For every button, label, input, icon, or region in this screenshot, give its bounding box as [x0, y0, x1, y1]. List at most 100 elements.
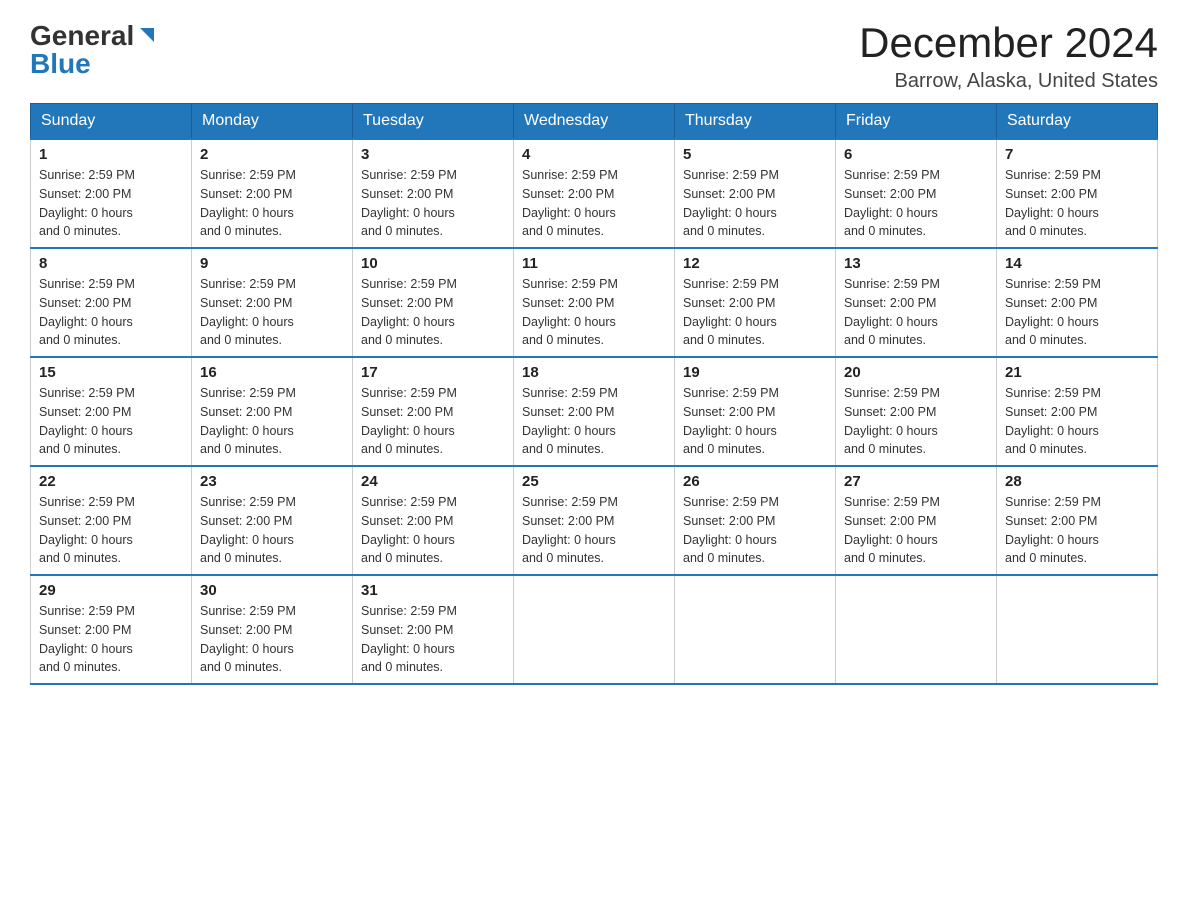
day-info: Sunrise: 2:59 PM Sunset: 2:00 PM Dayligh…	[200, 384, 344, 459]
sunrise-text: Sunrise: 2:59 PM	[200, 277, 296, 291]
daylight-text-2: and 0 minutes.	[844, 551, 926, 565]
day-number: 30	[200, 582, 344, 599]
day-number: 21	[1005, 364, 1149, 381]
daylight-text: Daylight: 0 hours	[200, 315, 294, 329]
calendar-cell: 17 Sunrise: 2:59 PM Sunset: 2:00 PM Dayl…	[353, 357, 514, 466]
header-friday: Friday	[836, 104, 997, 140]
day-info: Sunrise: 2:59 PM Sunset: 2:00 PM Dayligh…	[1005, 493, 1149, 568]
sunset-text: Sunset: 2:00 PM	[844, 296, 936, 310]
sunrise-text: Sunrise: 2:59 PM	[361, 168, 457, 182]
sunrise-text: Sunrise: 2:59 PM	[200, 168, 296, 182]
sunset-text: Sunset: 2:00 PM	[522, 405, 614, 419]
daylight-text-2: and 0 minutes.	[39, 333, 121, 347]
day-number: 5	[683, 146, 827, 163]
daylight-text: Daylight: 0 hours	[683, 206, 777, 220]
day-number: 1	[39, 146, 183, 163]
daylight-text-2: and 0 minutes.	[1005, 333, 1087, 347]
calendar-cell: 1 Sunrise: 2:59 PM Sunset: 2:00 PM Dayli…	[31, 139, 192, 248]
header-thursday: Thursday	[675, 104, 836, 140]
sunrise-text: Sunrise: 2:59 PM	[522, 277, 618, 291]
calendar-table: Sunday Monday Tuesday Wednesday Thursday…	[30, 103, 1158, 685]
daylight-text: Daylight: 0 hours	[522, 424, 616, 438]
sunset-text: Sunset: 2:00 PM	[522, 296, 614, 310]
sunset-text: Sunset: 2:00 PM	[683, 514, 775, 528]
daylight-text-2: and 0 minutes.	[39, 660, 121, 674]
daylight-text-2: and 0 minutes.	[200, 660, 282, 674]
sunrise-text: Sunrise: 2:59 PM	[844, 277, 940, 291]
daylight-text: Daylight: 0 hours	[39, 206, 133, 220]
calendar-week-1: 1 Sunrise: 2:59 PM Sunset: 2:00 PM Dayli…	[31, 139, 1158, 248]
calendar-week-4: 22 Sunrise: 2:59 PM Sunset: 2:00 PM Dayl…	[31, 466, 1158, 575]
calendar-cell: 20 Sunrise: 2:59 PM Sunset: 2:00 PM Dayl…	[836, 357, 997, 466]
header-tuesday: Tuesday	[353, 104, 514, 140]
day-number: 31	[361, 582, 505, 599]
calendar-cell	[997, 575, 1158, 684]
calendar-cell: 3 Sunrise: 2:59 PM Sunset: 2:00 PM Dayli…	[353, 139, 514, 248]
daylight-text: Daylight: 0 hours	[361, 533, 455, 547]
calendar-week-2: 8 Sunrise: 2:59 PM Sunset: 2:00 PM Dayli…	[31, 248, 1158, 357]
daylight-text-2: and 0 minutes.	[361, 551, 443, 565]
day-info: Sunrise: 2:59 PM Sunset: 2:00 PM Dayligh…	[683, 384, 827, 459]
daylight-text-2: and 0 minutes.	[844, 333, 926, 347]
calendar-cell: 24 Sunrise: 2:59 PM Sunset: 2:00 PM Dayl…	[353, 466, 514, 575]
sunrise-text: Sunrise: 2:59 PM	[200, 495, 296, 509]
daylight-text: Daylight: 0 hours	[844, 533, 938, 547]
daylight-text-2: and 0 minutes.	[683, 224, 765, 238]
daylight-text: Daylight: 0 hours	[200, 424, 294, 438]
sunset-text: Sunset: 2:00 PM	[683, 296, 775, 310]
day-info: Sunrise: 2:59 PM Sunset: 2:00 PM Dayligh…	[844, 384, 988, 459]
day-info: Sunrise: 2:59 PM Sunset: 2:00 PM Dayligh…	[200, 493, 344, 568]
daylight-text: Daylight: 0 hours	[200, 206, 294, 220]
calendar-cell: 13 Sunrise: 2:59 PM Sunset: 2:00 PM Dayl…	[836, 248, 997, 357]
daylight-text: Daylight: 0 hours	[361, 642, 455, 656]
sunset-text: Sunset: 2:00 PM	[39, 187, 131, 201]
sunrise-text: Sunrise: 2:59 PM	[361, 495, 457, 509]
location-subtitle: Barrow, Alaska, United States	[859, 70, 1158, 93]
daylight-text: Daylight: 0 hours	[39, 315, 133, 329]
day-info: Sunrise: 2:59 PM Sunset: 2:00 PM Dayligh…	[361, 493, 505, 568]
daylight-text: Daylight: 0 hours	[200, 642, 294, 656]
daylight-text: Daylight: 0 hours	[361, 424, 455, 438]
day-info: Sunrise: 2:59 PM Sunset: 2:00 PM Dayligh…	[522, 166, 666, 241]
sunrise-text: Sunrise: 2:59 PM	[522, 168, 618, 182]
day-info: Sunrise: 2:59 PM Sunset: 2:00 PM Dayligh…	[1005, 384, 1149, 459]
sunrise-text: Sunrise: 2:59 PM	[683, 386, 779, 400]
daylight-text: Daylight: 0 hours	[522, 315, 616, 329]
daylight-text-2: and 0 minutes.	[522, 442, 604, 456]
calendar-cell: 30 Sunrise: 2:59 PM Sunset: 2:00 PM Dayl…	[192, 575, 353, 684]
daylight-text-2: and 0 minutes.	[522, 333, 604, 347]
sunrise-text: Sunrise: 2:59 PM	[361, 604, 457, 618]
daylight-text-2: and 0 minutes.	[1005, 442, 1087, 456]
day-number: 26	[683, 473, 827, 490]
calendar-cell: 21 Sunrise: 2:59 PM Sunset: 2:00 PM Dayl…	[997, 357, 1158, 466]
daylight-text: Daylight: 0 hours	[39, 642, 133, 656]
day-number: 8	[39, 255, 183, 272]
daylight-text-2: and 0 minutes.	[39, 224, 121, 238]
calendar-cell: 27 Sunrise: 2:59 PM Sunset: 2:00 PM Dayl…	[836, 466, 997, 575]
daylight-text-2: and 0 minutes.	[361, 224, 443, 238]
daylight-text-2: and 0 minutes.	[522, 551, 604, 565]
day-number: 6	[844, 146, 988, 163]
sunset-text: Sunset: 2:00 PM	[361, 296, 453, 310]
sunset-text: Sunset: 2:00 PM	[361, 405, 453, 419]
daylight-text-2: and 0 minutes.	[361, 442, 443, 456]
day-number: 29	[39, 582, 183, 599]
day-number: 15	[39, 364, 183, 381]
daylight-text-2: and 0 minutes.	[361, 660, 443, 674]
sunrise-text: Sunrise: 2:59 PM	[683, 168, 779, 182]
calendar-cell: 11 Sunrise: 2:59 PM Sunset: 2:00 PM Dayl…	[514, 248, 675, 357]
daylight-text-2: and 0 minutes.	[39, 551, 121, 565]
daylight-text-2: and 0 minutes.	[522, 224, 604, 238]
daylight-text: Daylight: 0 hours	[522, 533, 616, 547]
day-info: Sunrise: 2:59 PM Sunset: 2:00 PM Dayligh…	[361, 275, 505, 350]
day-info: Sunrise: 2:59 PM Sunset: 2:00 PM Dayligh…	[361, 166, 505, 241]
day-info: Sunrise: 2:59 PM Sunset: 2:00 PM Dayligh…	[200, 602, 344, 677]
day-info: Sunrise: 2:59 PM Sunset: 2:00 PM Dayligh…	[522, 275, 666, 350]
sunset-text: Sunset: 2:00 PM	[200, 296, 292, 310]
daylight-text-2: and 0 minutes.	[1005, 551, 1087, 565]
day-info: Sunrise: 2:59 PM Sunset: 2:00 PM Dayligh…	[1005, 166, 1149, 241]
sunrise-text: Sunrise: 2:59 PM	[1005, 277, 1101, 291]
sunrise-text: Sunrise: 2:59 PM	[522, 495, 618, 509]
sunrise-text: Sunrise: 2:59 PM	[39, 168, 135, 182]
sunset-text: Sunset: 2:00 PM	[844, 514, 936, 528]
